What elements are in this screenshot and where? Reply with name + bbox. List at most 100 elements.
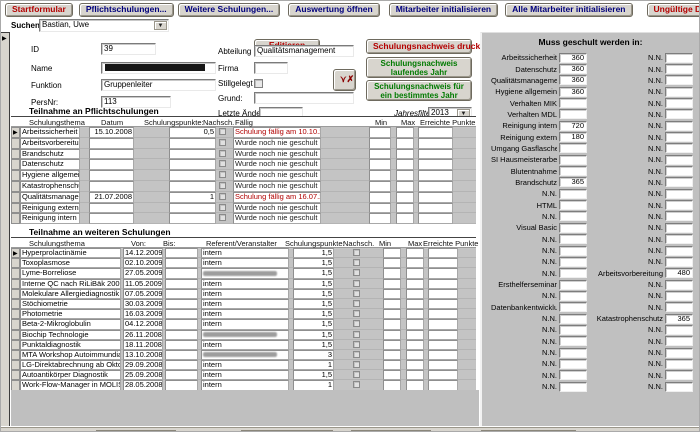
muss-left-field[interactable] — [559, 336, 587, 346]
cell-min[interactable] — [369, 192, 391, 203]
cell-max[interactable] — [406, 289, 424, 299]
cell-von[interactable]: 04.12.2008 — [123, 319, 163, 329]
cell-min[interactable] — [383, 289, 401, 299]
cell-min[interactable] — [383, 268, 401, 278]
cell-von[interactable]: 02.10.2009 — [123, 258, 163, 268]
pflicht-table-row[interactable]: Brandschutz Wurde noch nie geschult — [11, 149, 476, 160]
cell-max[interactable] — [406, 258, 424, 268]
nachsch-checkbox[interactable] — [219, 150, 226, 157]
muss-left-field[interactable] — [559, 370, 587, 380]
cell-datum[interactable] — [89, 203, 134, 214]
toolbar-button[interactable]: Mitarbeiter initialisieren — [389, 3, 498, 17]
weitere-table-row[interactable]: Toxoplasmose 02.10.2009 intern 1,5 — [11, 258, 476, 268]
cell-schulungsthema[interactable]: Hygiene allgemein — [20, 170, 80, 181]
cell-erreichte-punkte[interactable] — [418, 181, 453, 192]
cell-min[interactable] — [369, 203, 391, 214]
cell-min[interactable] — [383, 360, 401, 370]
muss-left-field[interactable] — [559, 268, 587, 278]
cell-von[interactable]: 13.10.2008 — [123, 350, 163, 360]
muss-right-field[interactable] — [665, 109, 693, 119]
cell-von[interactable]: 29.09.2008 — [123, 360, 163, 370]
muss-right-field[interactable] — [665, 382, 693, 392]
cell-datum[interactable]: 21.07.2008 — [89, 192, 134, 203]
muss-right-field[interactable] — [665, 336, 693, 346]
cell-min[interactable] — [383, 309, 401, 319]
firma-field[interactable] — [254, 62, 288, 74]
cell-schulungsthema[interactable]: Biochip Technologie — [20, 330, 121, 340]
cell-min[interactable] — [383, 258, 401, 268]
nachsch-checkbox[interactable] — [353, 290, 360, 297]
muss-left-field[interactable] — [559, 98, 587, 108]
row-selector[interactable] — [11, 127, 20, 138]
stillgelegt-checkbox[interactable] — [254, 79, 263, 88]
muss-left-field[interactable] — [559, 348, 587, 358]
cell-referent[interactable]: intern — [201, 289, 289, 299]
row-selector[interactable] — [11, 170, 20, 181]
cell-schulungspunkte[interactable]: 3 — [293, 350, 334, 360]
cell-schulungsthema[interactable]: Arbeitssicherheit — [20, 127, 80, 138]
cell-erreichte-punkte[interactable] — [428, 268, 458, 278]
cell-max[interactable] — [396, 149, 414, 160]
muss-left-field[interactable] — [559, 325, 587, 335]
cell-datum[interactable] — [89, 213, 134, 224]
weitere-table-row[interactable]: Molekulare Allergiediagnostik Immuno-C 0… — [11, 289, 476, 299]
cell-schulungspunkte[interactable]: 1 — [293, 360, 334, 370]
cell-von[interactable]: 30.03.2009 — [123, 299, 163, 309]
cell-max[interactable] — [406, 370, 424, 380]
toolbar-button[interactable]: Pflichtschulungen... — [79, 3, 174, 17]
muss-right-field[interactable] — [665, 189, 693, 199]
cell-referent[interactable]: intern — [201, 248, 289, 258]
cell-bis[interactable] — [165, 258, 198, 268]
toolbar-button[interactable]: Ungültige Datensätze löschen — [647, 3, 700, 17]
nachsch-checkbox[interactable] — [353, 269, 360, 276]
muss-right-field[interactable] — [665, 98, 693, 108]
cell-schulungsthema[interactable]: Brandschutz — [20, 149, 80, 160]
cell-schulungspunkte[interactable] — [169, 203, 216, 214]
cell-erreichte-punkte[interactable] — [418, 159, 453, 170]
cell-erreichte-punkte[interactable] — [428, 248, 458, 258]
weitere-table-row[interactable]: LG-Direktabrechnung ab Oktober 2008 29.0… — [11, 360, 476, 370]
cell-erreichte-punkte[interactable] — [428, 279, 458, 289]
weitere-table-row[interactable]: Interne QC nach RiLiBäk 2001 11.05.2009 … — [11, 279, 476, 289]
cell-erreichte-punkte[interactable] — [418, 203, 453, 214]
cell-max[interactable] — [406, 299, 424, 309]
cell-bis[interactable] — [165, 299, 198, 309]
grund-field[interactable] — [254, 92, 354, 104]
row-selector[interactable] — [11, 248, 20, 258]
cell-erreichte-punkte[interactable] — [428, 289, 458, 299]
weitere-table-row[interactable]: Hyperprolactinämie 14.12.2009 intern 1,5 — [11, 248, 476, 258]
nachsch-checkbox[interactable] — [353, 310, 360, 317]
muss-left-field[interactable] — [559, 382, 587, 392]
muss-right-field[interactable] — [665, 325, 693, 335]
cell-schulungsthema[interactable]: Lyme-Borreliose — [20, 268, 121, 278]
muss-right-field[interactable] — [665, 64, 693, 74]
muss-right-field[interactable] — [665, 166, 693, 176]
muss-left-field[interactable]: 180 — [559, 132, 587, 142]
row-selector[interactable] — [11, 340, 20, 350]
cell-referent[interactable]: intern — [201, 319, 289, 329]
muss-right-field[interactable]: 480 — [665, 268, 693, 278]
muss-left-field[interactable] — [559, 200, 587, 210]
cell-erreichte-punkte[interactable] — [418, 149, 453, 160]
cell-erreichte-punkte[interactable] — [428, 309, 458, 319]
muss-right-field[interactable] — [665, 246, 693, 256]
muss-right-field[interactable] — [665, 177, 693, 187]
nachsch-checkbox[interactable] — [353, 259, 360, 266]
cell-max[interactable] — [396, 127, 414, 138]
weitere-table-row[interactable]: Lyme-Borreliose 27.05.2009 1,5 — [11, 268, 476, 278]
muss-left-field[interactable] — [559, 291, 587, 301]
cell-schulungspunkte[interactable]: 1,5 — [293, 299, 334, 309]
muss-left-field[interactable] — [559, 280, 587, 290]
muss-left-field[interactable] — [559, 314, 587, 324]
muss-right-field[interactable] — [665, 53, 693, 63]
cell-erreichte-punkte[interactable] — [428, 258, 458, 268]
schulungsnachweis-bestimmtes-jahr-button[interactable]: Schulungsnachweis für ein bestimmtes Jah… — [366, 80, 472, 101]
cell-von[interactable]: 16.03.2009 — [123, 309, 163, 319]
cell-schulungspunkte[interactable]: 0,5 — [169, 127, 216, 138]
pflicht-table-row[interactable]: Reinigung extern Wurde noch nie geschult — [11, 203, 476, 214]
toolbar-button[interactable]: Weitere Schulungen... — [178, 3, 281, 17]
cell-schulungsthema[interactable]: Molekulare Allergiediagnostik Immuno-C — [20, 289, 121, 299]
row-selector[interactable] — [11, 258, 20, 268]
cell-max[interactable] — [396, 138, 414, 149]
row-selector[interactable] — [11, 309, 20, 319]
